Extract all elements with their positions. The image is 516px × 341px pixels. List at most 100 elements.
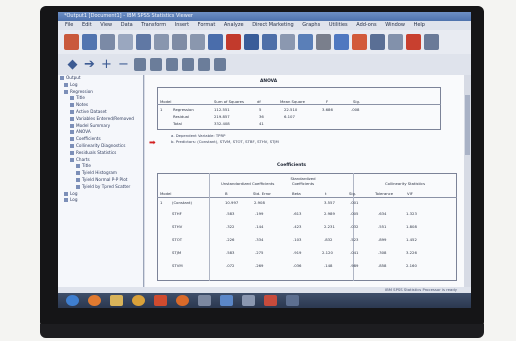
table-cell: 3.686 [322, 107, 333, 112]
chrome-icon[interactable] [132, 295, 145, 306]
outline-item[interactable]: Residuals Statistics [58, 150, 143, 157]
table-cell: .199 [255, 211, 264, 216]
table-cell: .989 [350, 263, 359, 268]
menu-window[interactable]: Window [385, 22, 405, 28]
insert-heading-icon[interactable] [166, 58, 178, 71]
menu-help[interactable]: Help [414, 22, 425, 28]
scrollbar-thumb[interactable] [465, 95, 470, 155]
table-icon [70, 109, 74, 114]
table-cell: 332.408 [214, 121, 230, 126]
table-cell: 1 [160, 107, 163, 112]
media-player-icon[interactable] [176, 295, 189, 306]
table-cell: .036 [293, 263, 302, 268]
table-cell: 1.808 [406, 224, 417, 229]
table-cell: 2.908 [254, 200, 265, 205]
expand-icon[interactable]: + [100, 58, 113, 71]
forward-arrow-icon[interactable]: ➔ [83, 58, 96, 71]
outline-item[interactable]: Output [58, 75, 143, 82]
table-cell: .308 [378, 250, 387, 255]
excel-icon[interactable] [286, 295, 299, 306]
menu-direct-marketing[interactable]: Direct Marketing [252, 22, 293, 28]
table-cell: .148 [324, 263, 333, 268]
insert-text-icon[interactable] [198, 58, 210, 71]
table-cell: .334 [255, 237, 264, 242]
designate-window-icon[interactable] [214, 58, 226, 71]
menu-utilities[interactable]: Utilities [329, 22, 348, 28]
export-icon[interactable] [136, 34, 151, 50]
outline-item[interactable]: Coefficients [58, 136, 143, 143]
outline-item[interactable]: Tyield by Tpred Scatter [58, 184, 143, 191]
folder-icon [64, 89, 68, 94]
outline-item[interactable]: Regression [58, 89, 143, 96]
scale-icon[interactable] [316, 34, 331, 50]
menu-view[interactable]: View [100, 22, 112, 28]
column-header: Beta [292, 191, 301, 196]
show-icon[interactable] [134, 58, 146, 71]
vertical-scrollbar[interactable] [464, 75, 471, 287]
word-icon[interactable] [242, 295, 255, 306]
split-file-icon[interactable] [352, 34, 367, 50]
redo-icon[interactable] [190, 34, 205, 50]
spss-icon[interactable] [264, 295, 277, 306]
column-header: df [257, 99, 261, 104]
menu-graphs[interactable]: Graphs [302, 22, 320, 28]
print-icon[interactable] [100, 34, 115, 50]
menu-transform[interactable]: Transform [141, 22, 166, 28]
back-arrow-icon[interactable]: ◆ [66, 58, 79, 71]
table-cell: Residual [173, 114, 190, 119]
outline-item[interactable]: Tyield Normal P-P Plot [58, 177, 143, 184]
select-cases-icon[interactable] [388, 34, 403, 50]
weight-cases-icon[interactable] [370, 34, 385, 50]
outline-item[interactable]: Collinearity Diagnostics [58, 143, 143, 150]
menu-format[interactable]: Format [198, 22, 216, 28]
outline-item[interactable]: Log [58, 197, 143, 204]
chart-icon [76, 177, 80, 182]
variables-icon[interactable] [280, 34, 295, 50]
output-viewer: ➡ ANOVA Model Sum of Squares df Mean Squ… [145, 75, 471, 287]
use-sets-icon[interactable] [424, 34, 439, 50]
undo-icon[interactable] [172, 34, 187, 50]
app-icon[interactable] [198, 295, 211, 306]
outline-item[interactable]: Model Summary [58, 123, 143, 130]
outline-item[interactable]: Log [58, 191, 143, 198]
folder-icon[interactable] [110, 295, 123, 306]
outline-item[interactable]: Title [58, 95, 143, 102]
insert-cases-icon[interactable] [334, 34, 349, 50]
globe-icon[interactable] [298, 34, 313, 50]
table-cell: .832 [324, 237, 333, 242]
outline-item[interactable]: Notes [58, 102, 143, 109]
outline-item[interactable]: Title [58, 163, 143, 170]
menu-add-ons[interactable]: Add-ons [356, 22, 376, 28]
menu-data[interactable]: Data [121, 22, 133, 28]
outline-item[interactable]: Charts [58, 157, 143, 164]
print-preview-icon[interactable] [118, 34, 133, 50]
column-header: Model [160, 99, 172, 104]
insert-title-icon[interactable] [182, 58, 194, 71]
column-header: Sig. [349, 191, 357, 196]
outline-item[interactable]: ANOVA [58, 129, 143, 136]
hide-icon[interactable] [150, 58, 162, 71]
table-cell: .032 [350, 224, 359, 229]
open-icon[interactable] [64, 34, 79, 50]
outline-item[interactable]: Active Dataset [58, 109, 143, 116]
menu-analyze[interactable]: Analyze [224, 22, 244, 28]
save-icon[interactable] [82, 34, 97, 50]
start-icon[interactable] [66, 295, 79, 306]
chart-icon[interactable] [262, 34, 277, 50]
goto-variable-icon[interactable] [244, 34, 259, 50]
outline-item[interactable]: Variables Entered/Removed [58, 116, 143, 123]
outline-item[interactable]: Log [58, 82, 143, 89]
firefox-icon[interactable] [88, 295, 101, 306]
goto-data-icon[interactable] [208, 34, 223, 50]
menu-edit[interactable]: Edit [82, 22, 92, 28]
outline-item[interactable]: Tyield Histogram [58, 170, 143, 177]
collapse-icon[interactable]: − [117, 58, 130, 71]
office-icon[interactable] [154, 295, 167, 306]
network-icon[interactable] [220, 295, 233, 306]
table-cell: 2.120 [322, 250, 333, 255]
menu-insert[interactable]: Insert [175, 22, 189, 28]
value-labels-icon[interactable] [406, 34, 421, 50]
recall-dialog-icon[interactable] [154, 34, 169, 50]
menu-file[interactable]: File [65, 22, 73, 28]
goto-case-icon[interactable] [226, 34, 241, 50]
